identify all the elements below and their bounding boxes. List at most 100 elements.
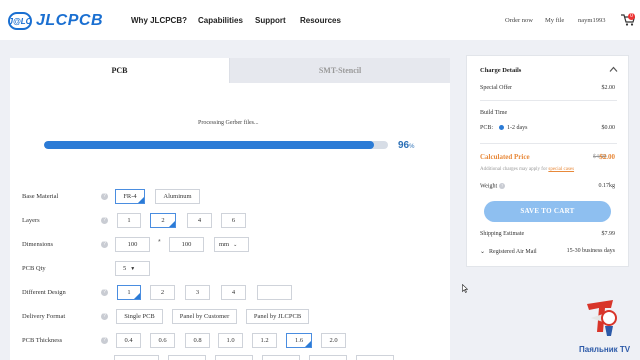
divider bbox=[480, 100, 617, 101]
help-icon[interactable]: ? bbox=[101, 217, 108, 224]
help-icon[interactable]: ? bbox=[101, 289, 108, 296]
design-option-2[interactable]: 2 bbox=[150, 285, 175, 300]
cart-count-badge: 0 bbox=[628, 13, 635, 20]
charge-details-panel: Charge Details Special Offer $2.00 Build… bbox=[466, 55, 629, 267]
weight-value: 0.17kg bbox=[598, 183, 616, 189]
quote-panel: PCB SMT-Stencil Processing Gerber files.… bbox=[10, 58, 450, 360]
thickness-0-8[interactable]: 0.8 bbox=[185, 333, 210, 348]
save-to-cart-button[interactable]: SAVE TO CART bbox=[484, 201, 611, 222]
layers-option-4[interactable]: 4 bbox=[187, 213, 212, 228]
base-material-fr4[interactable]: FR-4 bbox=[115, 189, 145, 204]
upload-progress-bar bbox=[44, 141, 388, 149]
next-row-option[interactable] bbox=[309, 355, 347, 360]
pcb-qty-select[interactable]: 5 ▼ bbox=[115, 261, 150, 276]
pcb-build-value: $0.00 bbox=[601, 125, 616, 131]
next-row-option[interactable] bbox=[168, 355, 206, 360]
order-now-link[interactable]: Order now bbox=[505, 17, 533, 24]
delivery-single-pcb[interactable]: Single PCB bbox=[116, 309, 163, 324]
layers-option-1[interactable]: 1 bbox=[117, 213, 141, 228]
jlcpcb-logo[interactable]: J@LC JLCPCB bbox=[8, 11, 103, 31]
delivery-panel-by-customer[interactable]: Panel by Customer bbox=[172, 309, 237, 324]
thickness-2-0[interactable]: 2.0 bbox=[321, 333, 346, 348]
dimension-times: * bbox=[158, 239, 161, 246]
logo-text: JLCPCB bbox=[36, 12, 104, 29]
help-icon[interactable]: ? bbox=[101, 313, 108, 320]
radio-selected-icon[interactable] bbox=[499, 125, 505, 131]
weight-row: Weight? bbox=[480, 183, 506, 190]
chevron-up-icon[interactable] bbox=[609, 65, 618, 74]
percent-sign: % bbox=[409, 144, 415, 150]
pcb-thickness-label: PCB Thickness bbox=[22, 337, 63, 344]
nav-resources[interactable]: Resources bbox=[300, 16, 341, 25]
charge-details-title: Charge Details bbox=[480, 67, 522, 74]
chevron-down-icon: ⌄ bbox=[480, 249, 486, 255]
thickness-1-2[interactable]: 1.2 bbox=[252, 333, 277, 348]
note-text: Additional charges may apply for bbox=[480, 167, 548, 172]
base-material-label: Base Material bbox=[22, 193, 59, 200]
help-icon[interactable]: ? bbox=[101, 241, 108, 248]
divider bbox=[480, 143, 617, 144]
shipping-method[interactable]: ⌄ Registered Air Mail bbox=[480, 248, 537, 255]
mouse-cursor-icon bbox=[462, 284, 468, 293]
paialnik-tv-logo-icon bbox=[587, 300, 617, 336]
shipping-days: 15-30 business days bbox=[566, 248, 615, 254]
processing-status: Processing Gerber files... bbox=[198, 120, 259, 126]
logo-badge: J@LC bbox=[8, 12, 32, 30]
design-custom-input[interactable] bbox=[257, 285, 292, 300]
delivery-panel-by-jlcpcb[interactable]: Panel by JLCPCB bbox=[246, 309, 309, 324]
weight-label: Weight bbox=[480, 183, 498, 190]
help-icon[interactable]: ? bbox=[499, 183, 506, 189]
calculated-price-label: Calculated Price bbox=[480, 153, 530, 161]
thickness-0-6[interactable]: 0.6 bbox=[150, 333, 175, 348]
layers-option-6[interactable]: 6 bbox=[221, 213, 246, 228]
pcb-build-days: 1-2 days bbox=[507, 125, 528, 131]
different-design-label: Different Design bbox=[22, 289, 66, 296]
dimension-unit-select[interactable]: mm ⌄ bbox=[214, 237, 249, 252]
special-offer-label: Special Offer bbox=[480, 85, 513, 91]
layers-label: Layers bbox=[22, 217, 40, 224]
chevron-down-icon: ⌄ bbox=[233, 243, 238, 248]
next-row-option[interactable] bbox=[114, 355, 159, 360]
top-header: J@LC JLCPCB Why JLCPCB? Capabilities Sup… bbox=[0, 0, 640, 40]
tab-pcb[interactable]: PCB bbox=[10, 58, 229, 83]
nav-why-jlcpcb[interactable]: Why JLCPCB? bbox=[131, 16, 187, 25]
delivery-format-label: Delivery Format bbox=[22, 313, 66, 320]
dimension-height-input[interactable]: 100 bbox=[169, 237, 204, 252]
progress-percent: 96% bbox=[398, 140, 414, 151]
next-row-option[interactable] bbox=[262, 355, 300, 360]
design-option-4[interactable]: 4 bbox=[221, 285, 246, 300]
watermark-text: Паяльник TV bbox=[579, 345, 631, 354]
caret-down-icon: ▼ bbox=[130, 267, 136, 272]
additional-charges-note: Additional charges may apply for special… bbox=[480, 167, 574, 172]
upload-progress-fill bbox=[44, 141, 375, 149]
build-time-label: Build Time bbox=[480, 110, 508, 116]
thickness-0-4[interactable]: 0.4 bbox=[116, 333, 141, 348]
calculated-price-value: $2.00 bbox=[599, 153, 615, 161]
pcb-build-time: PCB: 1-2 days bbox=[480, 125, 528, 131]
nav-support[interactable]: Support bbox=[255, 16, 286, 25]
pcb-qty-value: 5 bbox=[123, 265, 127, 272]
dimension-unit-value: mm bbox=[219, 241, 230, 248]
help-icon[interactable]: ? bbox=[101, 193, 108, 200]
username-link[interactable]: naym1993 bbox=[578, 17, 605, 24]
thickness-1-0[interactable]: 1.0 bbox=[218, 333, 243, 348]
pcb-qty-label: PCB Qty bbox=[22, 265, 46, 272]
my-file-link[interactable]: My file bbox=[545, 17, 564, 24]
special-cases-link[interactable]: special cases bbox=[548, 167, 574, 172]
dimensions-label: Dimensions bbox=[22, 241, 54, 248]
special-offer-value: $2.00 bbox=[601, 85, 616, 91]
thickness-1-6[interactable]: 1.6 bbox=[286, 333, 312, 348]
shipping-estimate-value: $7.99 bbox=[601, 231, 616, 237]
layers-option-2[interactable]: 2 bbox=[150, 213, 176, 228]
next-row-option[interactable] bbox=[356, 355, 394, 360]
shipping-method-name: Registered Air Mail bbox=[489, 249, 537, 255]
next-row-option[interactable] bbox=[215, 355, 253, 360]
design-option-3[interactable]: 3 bbox=[185, 285, 210, 300]
nav-capabilities[interactable]: Capabilities bbox=[198, 16, 243, 25]
base-material-aluminum[interactable]: Aluminum bbox=[155, 189, 200, 204]
help-icon[interactable]: ? bbox=[101, 337, 108, 344]
dimension-width-input[interactable]: 100 bbox=[115, 237, 150, 252]
design-option-1[interactable]: 1 bbox=[117, 285, 141, 300]
pcb-build-label: PCB: bbox=[480, 125, 494, 131]
tab-smt-stencil[interactable]: SMT-Stencil bbox=[229, 58, 450, 83]
